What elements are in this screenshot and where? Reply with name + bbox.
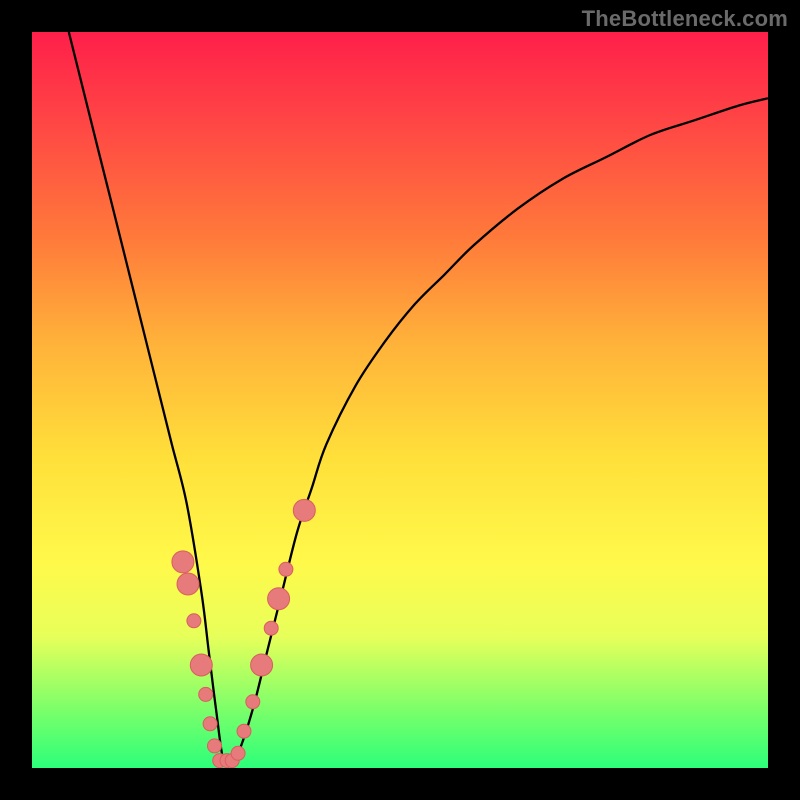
curve-layer (32, 32, 768, 768)
data-marker (246, 695, 260, 709)
data-marker (199, 687, 213, 701)
bottleneck-curve (69, 32, 768, 765)
chart-canvas: TheBottleneck.com (0, 0, 800, 800)
data-marker (187, 614, 201, 628)
data-marker (231, 746, 245, 760)
data-marker (177, 573, 199, 595)
data-marker (268, 588, 290, 610)
data-marker (251, 654, 273, 676)
data-marker (208, 739, 222, 753)
plot-area (32, 32, 768, 768)
data-marker (279, 562, 293, 576)
data-marker (172, 551, 194, 573)
data-marker (264, 621, 278, 635)
data-marker (190, 654, 212, 676)
data-marker (237, 724, 251, 738)
data-marker (293, 499, 315, 521)
data-marker (203, 717, 217, 731)
watermark-text: TheBottleneck.com (582, 6, 788, 32)
